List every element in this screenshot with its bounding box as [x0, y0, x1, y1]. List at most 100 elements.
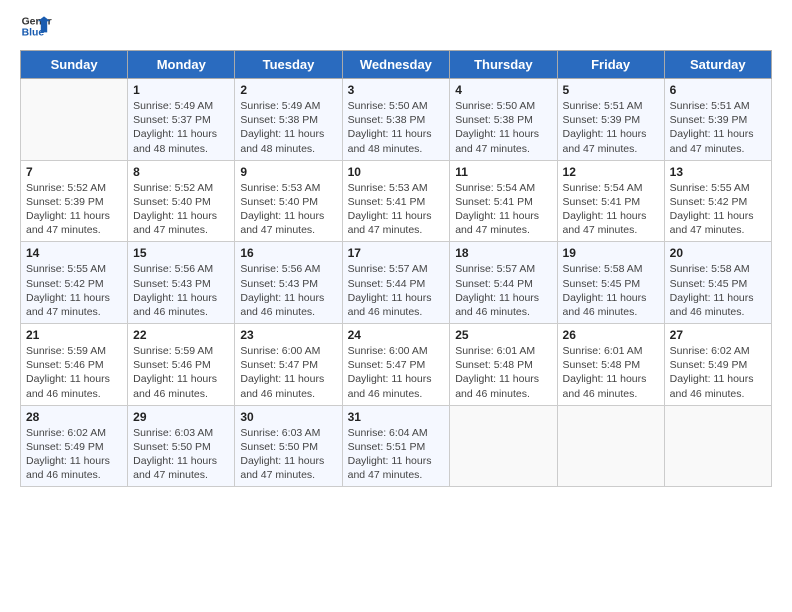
day-of-week-header: Thursday [450, 51, 557, 79]
day-number: 16 [240, 246, 336, 260]
day-number: 28 [26, 410, 122, 424]
day-number: 12 [563, 165, 659, 179]
calendar-cell: 11 Sunrise: 5:54 AM Sunset: 5:41 PM Dayli… [450, 160, 557, 242]
calendar-cell: 28Sunrise: 6:02 AM Sunset: 5:49 PM Dayli… [21, 405, 128, 487]
day-info: Sunrise: 5:56 AM Sunset: 5:43 PM Dayligh… [240, 262, 336, 319]
calendar-cell: 9Sunrise: 5:53 AM Sunset: 5:40 PM Daylig… [235, 160, 342, 242]
day-of-week-header: Tuesday [235, 51, 342, 79]
day-number: 4 [455, 83, 551, 97]
calendar-cell: 1 Sunrise: 5:49 AM Sunset: 5:37 PM Daylig… [128, 79, 235, 161]
day-of-week-header: Saturday [664, 51, 771, 79]
day-number: 10 [348, 165, 445, 179]
day-of-week-header: Sunday [21, 51, 128, 79]
calendar-cell: 22 Sunrise: 5:59 AM Sunset: 5:46 PM Dayli… [128, 324, 235, 406]
day-info: Sunrise: 5:51 AM Sunset: 5:39 PM Dayligh… [670, 99, 766, 156]
day-of-week-header: Friday [557, 51, 664, 79]
day-info: Sunrise: 6:00 AM Sunset: 5:47 PM Dayligh… [348, 344, 445, 401]
day-info: Sunrise: 5:49 AM Sunset: 5:37 PM Dayligh… [133, 99, 229, 156]
day-info: Sunrise: 5:55 AM Sunset: 5:42 PM Dayligh… [26, 262, 122, 319]
day-number: 3 [348, 83, 445, 97]
day-number: 25 [455, 328, 551, 342]
calendar-cell: 15Sunrise: 5:56 AM Sunset: 5:43 PM Dayli… [128, 242, 235, 324]
day-info: Sunrise: 5:52 AM Sunset: 5:40 PM Dayligh… [133, 181, 229, 238]
calendar-cell: 3 Sunrise: 5:50 AM Sunset: 5:38 PM Daylig… [342, 79, 450, 161]
calendar-cell: 5 Sunrise: 5:51 AM Sunset: 5:39 PM Daylig… [557, 79, 664, 161]
day-number: 13 [670, 165, 766, 179]
page-header: General Blue [20, 10, 772, 42]
day-info: Sunrise: 6:04 AM Sunset: 5:51 PM Dayligh… [348, 426, 445, 483]
day-info: Sunrise: 5:54 AM Sunset: 5:41 PM Dayligh… [563, 181, 659, 238]
day-number: 27 [670, 328, 766, 342]
day-info: Sunrise: 5:53 AM Sunset: 5:40 PM Dayligh… [240, 181, 336, 238]
day-number: 2 [240, 83, 336, 97]
day-number: 6 [670, 83, 766, 97]
calendar-cell [450, 405, 557, 487]
day-number: 30 [240, 410, 336, 424]
day-info: Sunrise: 5:57 AM Sunset: 5:44 PM Dayligh… [455, 262, 551, 319]
calendar-cell: 30 Sunrise: 6:03 AM Sunset: 5:50 PM Dayli… [235, 405, 342, 487]
calendar-cell: 12 Sunrise: 5:54 AM Sunset: 5:41 PM Dayli… [557, 160, 664, 242]
day-info: Sunrise: 5:53 AM Sunset: 5:41 PM Dayligh… [348, 181, 445, 238]
day-info: Sunrise: 5:58 AM Sunset: 5:45 PM Dayligh… [670, 262, 766, 319]
day-number: 20 [670, 246, 766, 260]
logo: General Blue [20, 10, 54, 42]
day-info: Sunrise: 5:50 AM Sunset: 5:38 PM Dayligh… [455, 99, 551, 156]
calendar-cell: 21 Sunrise: 5:59 AM Sunset: 5:46 PM Dayli… [21, 324, 128, 406]
day-number: 5 [563, 83, 659, 97]
calendar-cell [664, 405, 771, 487]
day-info: Sunrise: 5:52 AM Sunset: 5:39 PM Dayligh… [26, 181, 122, 238]
calendar-cell [21, 79, 128, 161]
day-number: 24 [348, 328, 445, 342]
day-info: Sunrise: 5:54 AM Sunset: 5:41 PM Dayligh… [455, 181, 551, 238]
day-number: 23 [240, 328, 336, 342]
logo-icon: General Blue [20, 10, 52, 42]
calendar-cell: 10 Sunrise: 5:53 AM Sunset: 5:41 PM Dayli… [342, 160, 450, 242]
day-number: 31 [348, 410, 445, 424]
day-number: 22 [133, 328, 229, 342]
day-info: Sunrise: 5:55 AM Sunset: 5:42 PM Dayligh… [670, 181, 766, 238]
calendar-cell: 20 Sunrise: 5:58 AM Sunset: 5:45 PM Dayli… [664, 242, 771, 324]
day-info: Sunrise: 6:03 AM Sunset: 5:50 PM Dayligh… [133, 426, 229, 483]
svg-text:General: General [22, 16, 52, 27]
day-info: Sunrise: 5:56 AM Sunset: 5:43 PM Dayligh… [133, 262, 229, 319]
calendar-cell: 7 Sunrise: 5:52 AM Sunset: 5:39 PM Daylig… [21, 160, 128, 242]
day-number: 11 [455, 165, 551, 179]
calendar-cell: 16 Sunrise: 5:56 AM Sunset: 5:43 PM Dayli… [235, 242, 342, 324]
day-info: Sunrise: 6:01 AM Sunset: 5:48 PM Dayligh… [563, 344, 659, 401]
day-number: 17 [348, 246, 445, 260]
calendar-cell: 24 Sunrise: 6:00 AM Sunset: 5:47 PM Dayli… [342, 324, 450, 406]
day-info: Sunrise: 5:49 AM Sunset: 5:38 PM Dayligh… [240, 99, 336, 156]
calendar-table: SundayMondayTuesdayWednesdayThursdayFrid… [20, 50, 772, 487]
calendar-cell: 4 Sunrise: 5:50 AM Sunset: 5:38 PM Daylig… [450, 79, 557, 161]
calendar-cell: 6 Sunrise: 5:51 AM Sunset: 5:39 PM Daylig… [664, 79, 771, 161]
day-number: 8 [133, 165, 229, 179]
calendar-cell: 2 Sunrise: 5:49 AM Sunset: 5:38 PM Daylig… [235, 79, 342, 161]
day-number: 7 [26, 165, 122, 179]
calendar-cell: 26 Sunrise: 6:01 AM Sunset: 5:48 PM Dayli… [557, 324, 664, 406]
calendar-cell: 14 Sunrise: 5:55 AM Sunset: 5:42 PM Dayli… [21, 242, 128, 324]
day-info: Sunrise: 5:58 AM Sunset: 5:45 PM Dayligh… [563, 262, 659, 319]
calendar-cell: 18 Sunrise: 5:57 AM Sunset: 5:44 PM Dayli… [450, 242, 557, 324]
day-number: 21 [26, 328, 122, 342]
calendar-cell: 19 Sunrise: 5:58 AM Sunset: 5:45 PM Dayli… [557, 242, 664, 324]
day-info: Sunrise: 6:00 AM Sunset: 5:47 PM Dayligh… [240, 344, 336, 401]
day-info: Sunrise: 5:51 AM Sunset: 5:39 PM Dayligh… [563, 99, 659, 156]
day-info: Sunrise: 5:59 AM Sunset: 5:46 PM Dayligh… [26, 344, 122, 401]
day-info: Sunrise: 6:01 AM Sunset: 5:48 PM Dayligh… [455, 344, 551, 401]
calendar-cell: 27 Sunrise: 6:02 AM Sunset: 5:49 PM Dayli… [664, 324, 771, 406]
calendar-cell: 25 Sunrise: 6:01 AM Sunset: 5:48 PM Dayli… [450, 324, 557, 406]
day-info: Sunrise: 6:02 AM Sunset: 5:49 PM Dayligh… [670, 344, 766, 401]
day-number: 18 [455, 246, 551, 260]
day-info: Sunrise: 5:57 AM Sunset: 5:44 PM Dayligh… [348, 262, 445, 319]
day-of-week-header: Monday [128, 51, 235, 79]
calendar-cell: 8 Sunrise: 5:52 AM Sunset: 5:40 PM Daylig… [128, 160, 235, 242]
day-info: Sunrise: 5:59 AM Sunset: 5:46 PM Dayligh… [133, 344, 229, 401]
day-info: Sunrise: 5:50 AM Sunset: 5:38 PM Dayligh… [348, 99, 445, 156]
calendar-cell: 31 Sunrise: 6:04 AM Sunset: 5:51 PM Dayli… [342, 405, 450, 487]
day-number: 14 [26, 246, 122, 260]
day-number: 26 [563, 328, 659, 342]
day-number: 1 [133, 83, 229, 97]
day-number: 19 [563, 246, 659, 260]
calendar-cell: 13 Sunrise: 5:55 AM Sunset: 5:42 PM Dayli… [664, 160, 771, 242]
day-info: Sunrise: 6:03 AM Sunset: 5:50 PM Dayligh… [240, 426, 336, 483]
